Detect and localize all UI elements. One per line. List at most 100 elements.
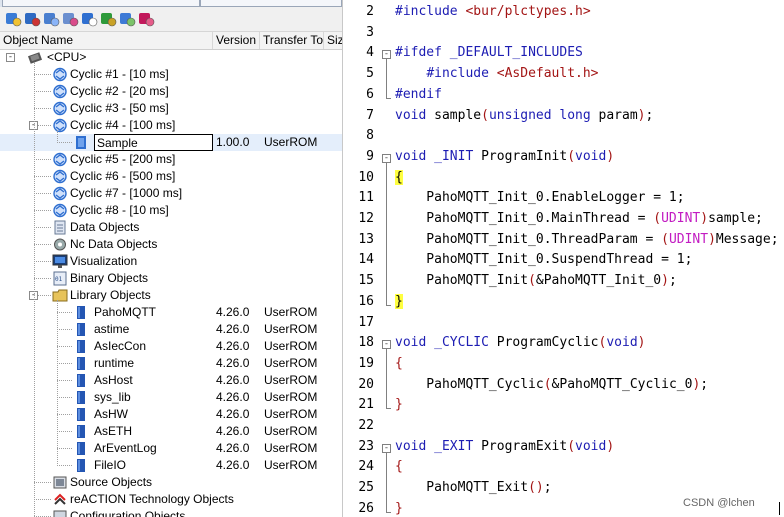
transfer-to-cell: UserROM [264, 407, 318, 421]
tree-row[interactable]: Cyclic #6 - [500 ms] [0, 168, 342, 185]
tree-connector [57, 465, 72, 467]
tree-row[interactable]: AsHW 4.26.0 UserROM [0, 406, 342, 423]
tree-row[interactable]: AsHost 4.26.0 UserROM [0, 372, 342, 389]
tree-row[interactable]: Cyclic #1 - [10 ms] [0, 66, 342, 83]
tree-item-label: Cyclic #2 - [20 ms] [70, 84, 169, 98]
tab-second[interactable] [200, 0, 342, 7]
tree-item-label: AsETH [94, 424, 133, 438]
tree-item-label: ArEventLog [94, 441, 157, 455]
tree-row[interactable]: Cyclic #5 - [200 ms] [0, 151, 342, 168]
text-cursor [779, 502, 780, 515]
fold-toggle[interactable]: - [382, 443, 391, 453]
code-line[interactable]: #include <AsDefault.h> [395, 66, 598, 81]
tree-row[interactable]: 01 Binary Objects [0, 270, 342, 287]
column-version[interactable]: Version [213, 32, 260, 49]
tree-connector [34, 108, 51, 110]
tree-row[interactable]: ArEventLog 4.26.0 UserROM [0, 440, 342, 457]
code-line[interactable]: void _CYCLIC ProgramCyclic(void) [395, 335, 645, 350]
fold-toggle[interactable]: - [382, 153, 391, 163]
tree-row[interactable]: astime 4.26.0 UserROM [0, 321, 342, 338]
tree-row-selected[interactable]: Sample 1.00.0 UserROM [0, 134, 342, 151]
column-object-name[interactable]: Object Name [0, 32, 213, 49]
tree-row[interactable]: Source Objects [0, 474, 342, 491]
tree-row[interactable]: runtime 4.26.0 UserROM [0, 355, 342, 372]
compare-icon[interactable] [118, 10, 136, 28]
tree-row[interactable]: Cyclic #8 - [10 ms] [0, 202, 342, 219]
code-line[interactable]: void sample(unsigned long param); [395, 108, 653, 123]
code-line[interactable]: PahoMQTT_Init_0.ThreadParam = (UDINT)Mes… [395, 232, 778, 247]
code-editor[interactable]: 2 3 4 5 6 7 8 9 10 11 12 13 14 15 16 17 18 19 20 21 22 23 24 25… [355, 0, 784, 517]
code-line[interactable]: { [395, 169, 403, 185]
cyclic-icon [52, 203, 68, 218]
code-line[interactable]: void _INIT ProgramInit(void) [395, 149, 614, 164]
reaction-icon [52, 492, 68, 507]
tree-connector [57, 329, 72, 331]
tab-logical-view[interactable] [2, 0, 200, 7]
code-line[interactable]: PahoMQTT_Exit(); [395, 480, 551, 495]
code-line[interactable]: PahoMQTT_Cyclic(&PahoMQTT_Cyclic_0); [395, 377, 708, 392]
tree-row[interactable]: reACTION Technology Objects [0, 491, 342, 508]
transfer-to-cell: UserROM [264, 441, 318, 455]
column-transfer-to[interactable]: Transfer To [260, 32, 324, 49]
tree-row[interactable]: Cyclic #2 - [20 ms] [0, 83, 342, 100]
tree-row[interactable]: Cyclic #7 - [1000 ms] [0, 185, 342, 202]
code-line[interactable]: PahoMQTT_Init_0.SuspendThread = 1; [395, 252, 692, 267]
transfer-to-cell: UserROM [264, 424, 318, 438]
tree-connector [34, 91, 51, 93]
line-number: 8 [366, 128, 374, 144]
code-line[interactable]: PahoMQTT_Init(&PahoMQTT_Init_0); [395, 273, 676, 288]
tree-item-label: reACTION Technology Objects [70, 492, 234, 506]
code-line[interactable]: { [395, 459, 403, 474]
tree-row[interactable]: sys_lib 4.26.0 UserROM [0, 389, 342, 406]
code-line[interactable]: #ifdef _DEFAULT_INCLUDES [395, 45, 583, 60]
code-line[interactable]: PahoMQTT_Init_0.MainThread = (UDINT)samp… [395, 211, 763, 226]
line-number: 17 [358, 314, 374, 330]
column-size[interactable]: Size [324, 32, 342, 49]
code-line[interactable]: PahoMQTT_Init_0.EnableLogger = 1; [395, 190, 684, 205]
line-number: 24 [358, 459, 374, 475]
tree-row[interactable]: Configuration Objects [0, 508, 342, 517]
transfer-to-cell: UserROM [264, 356, 318, 370]
new-object-icon[interactable] [4, 10, 22, 28]
tree-row[interactable]: AsIecCon 4.26.0 UserROM [0, 338, 342, 355]
fold-toggle[interactable]: - [382, 340, 391, 350]
code-line[interactable]: #include <bur/plctypes.h> [395, 4, 591, 19]
tree-connector [34, 74, 51, 76]
code-line[interactable]: #endif [395, 87, 442, 102]
line-number: 11 [358, 190, 374, 206]
tree-row[interactable]: - <CPU> [0, 49, 342, 66]
expander-toggle[interactable]: - [6, 53, 15, 62]
line-number: 7 [366, 107, 374, 123]
transfer-to-cell: UserROM [264, 305, 318, 319]
tree-row[interactable]: Visualization [0, 253, 342, 270]
tools-icon[interactable] [99, 10, 117, 28]
line-number: 10 [358, 169, 374, 185]
code-line[interactable]: { [395, 356, 403, 371]
delete-icon[interactable] [137, 10, 155, 28]
tree-row[interactable]: - Cyclic #4 - [100 ms] [0, 117, 342, 134]
code-line[interactable]: } [395, 501, 403, 516]
line-number: 18 [358, 335, 374, 351]
code-line[interactable]: } [395, 397, 403, 412]
code-line[interactable]: } [395, 293, 403, 309]
tree-row[interactable]: - Library Objects [0, 287, 342, 304]
check-icon[interactable] [80, 10, 98, 28]
code-line[interactable]: void _EXIT ProgramExit(void) [395, 439, 614, 454]
binary-objects-icon: 01 [52, 271, 68, 286]
tree-item-label: Cyclic #1 - [10 ms] [70, 67, 169, 81]
tree-row[interactable]: AsETH 4.26.0 UserROM [0, 423, 342, 440]
tree-row[interactable]: Cyclic #3 - [50 ms] [0, 100, 342, 117]
column-header: Object Name Version Transfer To Size [0, 32, 342, 50]
edit-icon[interactable] [42, 10, 60, 28]
tree-row[interactable]: FileIO 4.26.0 UserROM [0, 457, 342, 474]
network-icon[interactable] [23, 10, 41, 28]
tree-row[interactable]: Data Objects [0, 219, 342, 236]
tree-row[interactable]: PahoMQTT 4.26.0 UserROM [0, 304, 342, 321]
data-objects-icon [52, 220, 68, 235]
tree-guide-line [34, 62, 36, 516]
properties-icon[interactable] [61, 10, 79, 28]
tree-row[interactable]: Nc Data Objects [0, 236, 342, 253]
source-objects-icon [52, 475, 68, 490]
transfer-to-cell: UserROM [264, 458, 318, 472]
fold-toggle[interactable]: - [382, 50, 391, 60]
